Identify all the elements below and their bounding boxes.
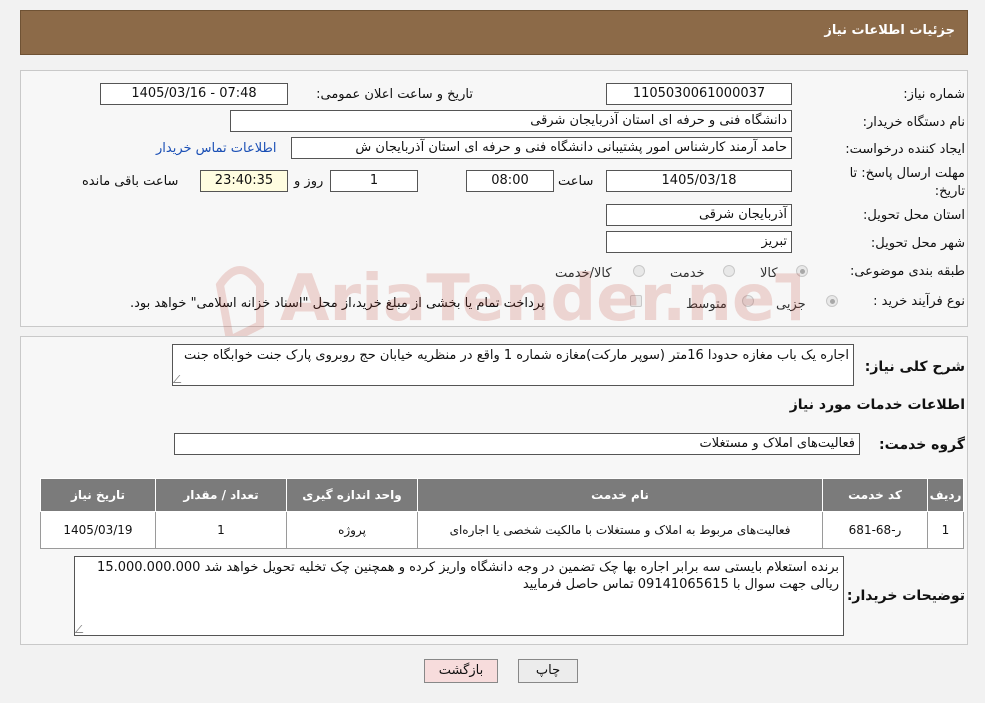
watermark-logo: AriaTender.neT	[215, 262, 800, 345]
service-group-label: گروه خدمت:	[879, 437, 965, 453]
purchase-radio-minor[interactable]	[826, 295, 838, 307]
days-field: 1	[330, 170, 418, 192]
days-label: روز و	[294, 174, 324, 189]
purchase-type-label: نوع فرآیند خرید :	[873, 294, 965, 309]
summary-text: اجاره یک باب مغازه حدودا 16متر (سوپر مار…	[184, 348, 849, 363]
cell-code: ر-68-681	[822, 511, 928, 549]
remaining-time-field: 23:40:35	[200, 170, 288, 192]
deadline-time-label: ساعت	[558, 174, 594, 189]
buyer-org-field: دانشگاه فنی و حرفه ای استان آذربایجان شر…	[230, 110, 792, 132]
page-header: جزئیات اطلاعات نیاز	[20, 10, 968, 55]
col-header-row: ردیف	[927, 478, 964, 512]
resize-handle-icon[interactable]	[74, 625, 90, 633]
col-header-unit: واحد اندازه گیری	[286, 478, 418, 512]
announce-label: تاریخ و ساعت اعلان عمومی:	[316, 87, 473, 102]
cell-unit: پروژه	[286, 511, 418, 549]
creator-label: ایجاد کننده درخواست:	[845, 142, 965, 157]
print-button[interactable]: چاپ	[518, 659, 578, 683]
summary-label: شرح کلی نیاز:	[864, 359, 965, 375]
cell-name: فعالیت‌های مربوط به املاک و مستغلات با م…	[417, 511, 823, 549]
page-title: جزئیات اطلاعات نیاز	[824, 23, 955, 38]
services-table: ردیف کد خدمت نام خدمت واحد اندازه گیری ت…	[40, 478, 964, 549]
deadline-date-field: 1405/03/18	[606, 170, 792, 192]
col-header-qty: تعداد / مقدار	[155, 478, 287, 512]
service-group-field: فعالیت‌های املاک و مستغلات	[174, 433, 860, 455]
creator-field: حامد آرمند کارشناس امور پشتیبانی دانشگاه…	[291, 137, 792, 159]
announce-field: 1405/03/16 - 07:48	[100, 83, 288, 105]
cell-date: 1405/03/19	[40, 511, 156, 549]
category-label: طبقه بندی موضوعی:	[849, 264, 965, 279]
services-section-title: اطلاعات خدمات مورد نیاز	[789, 397, 965, 413]
table-row: 1 ر-68-681 فعالیت‌های مربوط به املاک و م…	[40, 511, 964, 549]
remaining-label: ساعت باقی مانده	[82, 174, 179, 189]
city-label: شهر محل تحویل:	[870, 236, 965, 251]
col-header-name: نام خدمت	[417, 478, 823, 512]
buyer-org-label: نام دستگاه خریدار:	[862, 115, 965, 130]
cell-qty: 1	[155, 511, 287, 549]
deadline-label-2: تاریخ:	[934, 184, 965, 199]
deadline-time-field: 08:00	[466, 170, 554, 192]
deadline-label: مهلت ارسال پاسخ: تا	[849, 166, 965, 181]
province-field: آذربایجان شرقی	[606, 204, 792, 226]
cell-index: 1	[927, 511, 964, 549]
buyer-notes-text: برنده استعلام بایستی سه برابر اجاره بها …	[97, 560, 839, 592]
province-label: استان محل تحویل:	[863, 208, 965, 223]
buyer-notes-textarea[interactable]: برنده استعلام بایستی سه برابر اجاره بها …	[74, 556, 844, 636]
buyer-contact-link[interactable]: اطلاعات تماس خریدار	[156, 141, 276, 156]
summary-textarea[interactable]: اجاره یک باب مغازه حدودا 16متر (سوپر مار…	[172, 344, 854, 386]
need-number-label: شماره نیاز:	[903, 87, 965, 102]
resize-handle-icon[interactable]	[172, 375, 188, 383]
col-header-code: کد خدمت	[822, 478, 928, 512]
back-button[interactable]: بازگشت	[424, 659, 498, 683]
buyer-notes-label: توضیحات خریدار:	[846, 588, 965, 604]
need-number-field: 1105030061000037	[606, 83, 792, 105]
watermark-text: AriaTender.neT	[280, 262, 800, 336]
col-header-date: تاریخ نیاز	[40, 478, 156, 512]
